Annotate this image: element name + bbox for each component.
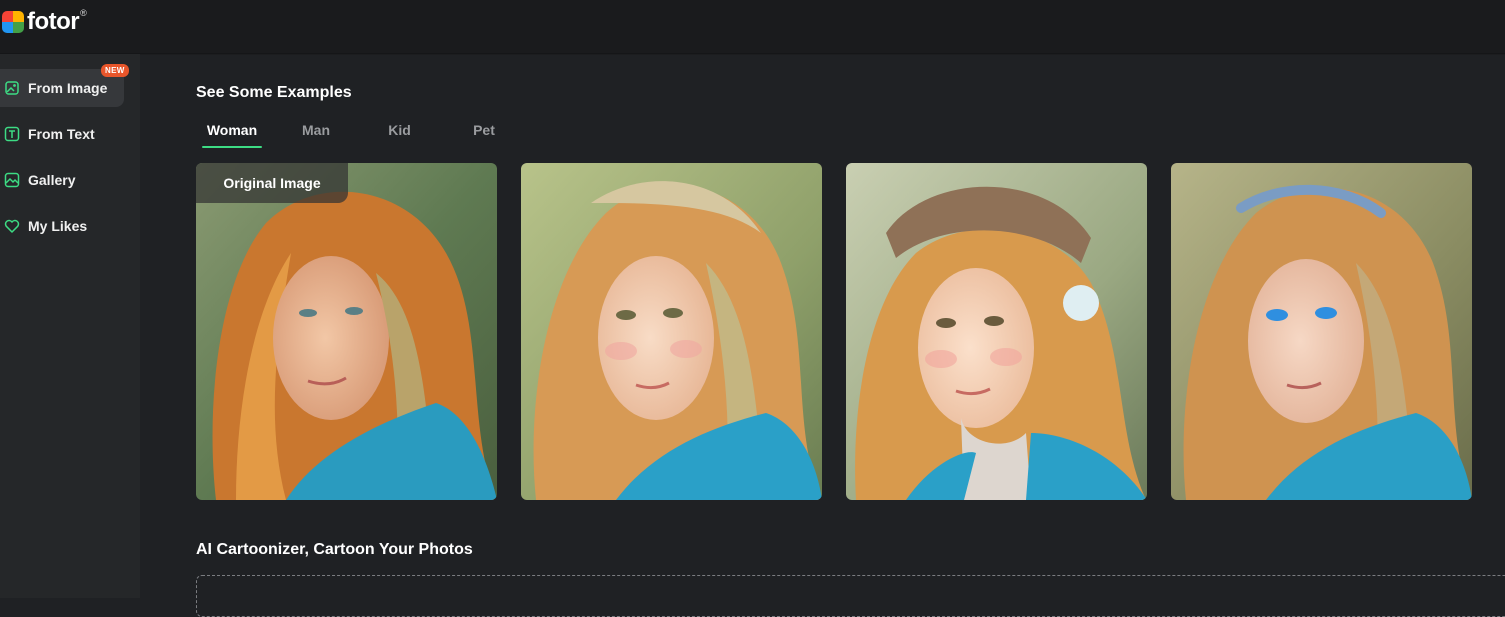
active-tab-indicator <box>202 146 262 148</box>
cartoon-style-1 <box>521 163 822 500</box>
tab-label: Man <box>302 122 330 138</box>
tab-kid[interactable]: Kid <box>382 118 417 148</box>
sidebar-item-my-likes[interactable]: My Likes <box>0 207 124 245</box>
sidebar-item-label: From Image <box>28 80 108 96</box>
heart-icon <box>4 218 20 234</box>
original-photo <box>196 163 497 500</box>
new-badge: NEW <box>101 64 129 77</box>
logo-registered-mark: ® <box>80 8 87 18</box>
tab-pet[interactable]: Pet <box>468 118 500 148</box>
sidebar-item-label: From Text <box>28 126 95 142</box>
tab-label: Pet <box>473 122 495 138</box>
top-divider <box>140 54 1505 55</box>
cartoonizer-title: AI Cartoonizer, Cartoon Your Photos <box>196 541 473 558</box>
top-bar: fotor ® <box>0 0 1505 54</box>
fotor-logo[interactable]: fotor ® <box>2 8 87 35</box>
gallery-icon <box>4 172 20 188</box>
sidebar-item-from-text[interactable]: From Text <box>0 115 124 153</box>
upload-dropzone[interactable] <box>196 575 1505 617</box>
tab-label: Woman <box>206 122 258 138</box>
tab-label: Kid <box>388 122 411 138</box>
cartoon-style-blue-eyes <box>1171 163 1472 500</box>
tab-woman[interactable]: Woman <box>202 118 262 148</box>
cartoon-style-beanie-card[interactable] <box>846 163 1147 500</box>
logo-text: fotor <box>27 8 80 35</box>
sidebar-item-gallery[interactable]: Gallery <box>0 161 124 199</box>
cartoon-style-beanie <box>846 163 1147 500</box>
sidebar: From Image NEW From Text Gallery My Like… <box>0 54 140 598</box>
text-box-icon <box>4 126 20 142</box>
fotor-logo-icon <box>2 11 24 33</box>
examples-title: See Some Examples <box>196 84 352 101</box>
cartoon-style-blue-eyes-card[interactable] <box>1171 163 1472 500</box>
sidebar-item-label: My Likes <box>28 218 88 234</box>
sidebar-item-from-image[interactable]: From Image NEW <box>0 64 129 107</box>
image-edit-icon <box>4 80 20 96</box>
sidebar-item-label: Gallery <box>28 172 76 188</box>
original-photo-card[interactable]: Original Image <box>196 163 497 500</box>
cartoon-style-1-card[interactable] <box>521 163 822 500</box>
original-image-label: Original Image <box>196 163 348 203</box>
tab-man[interactable]: Man <box>296 118 336 148</box>
